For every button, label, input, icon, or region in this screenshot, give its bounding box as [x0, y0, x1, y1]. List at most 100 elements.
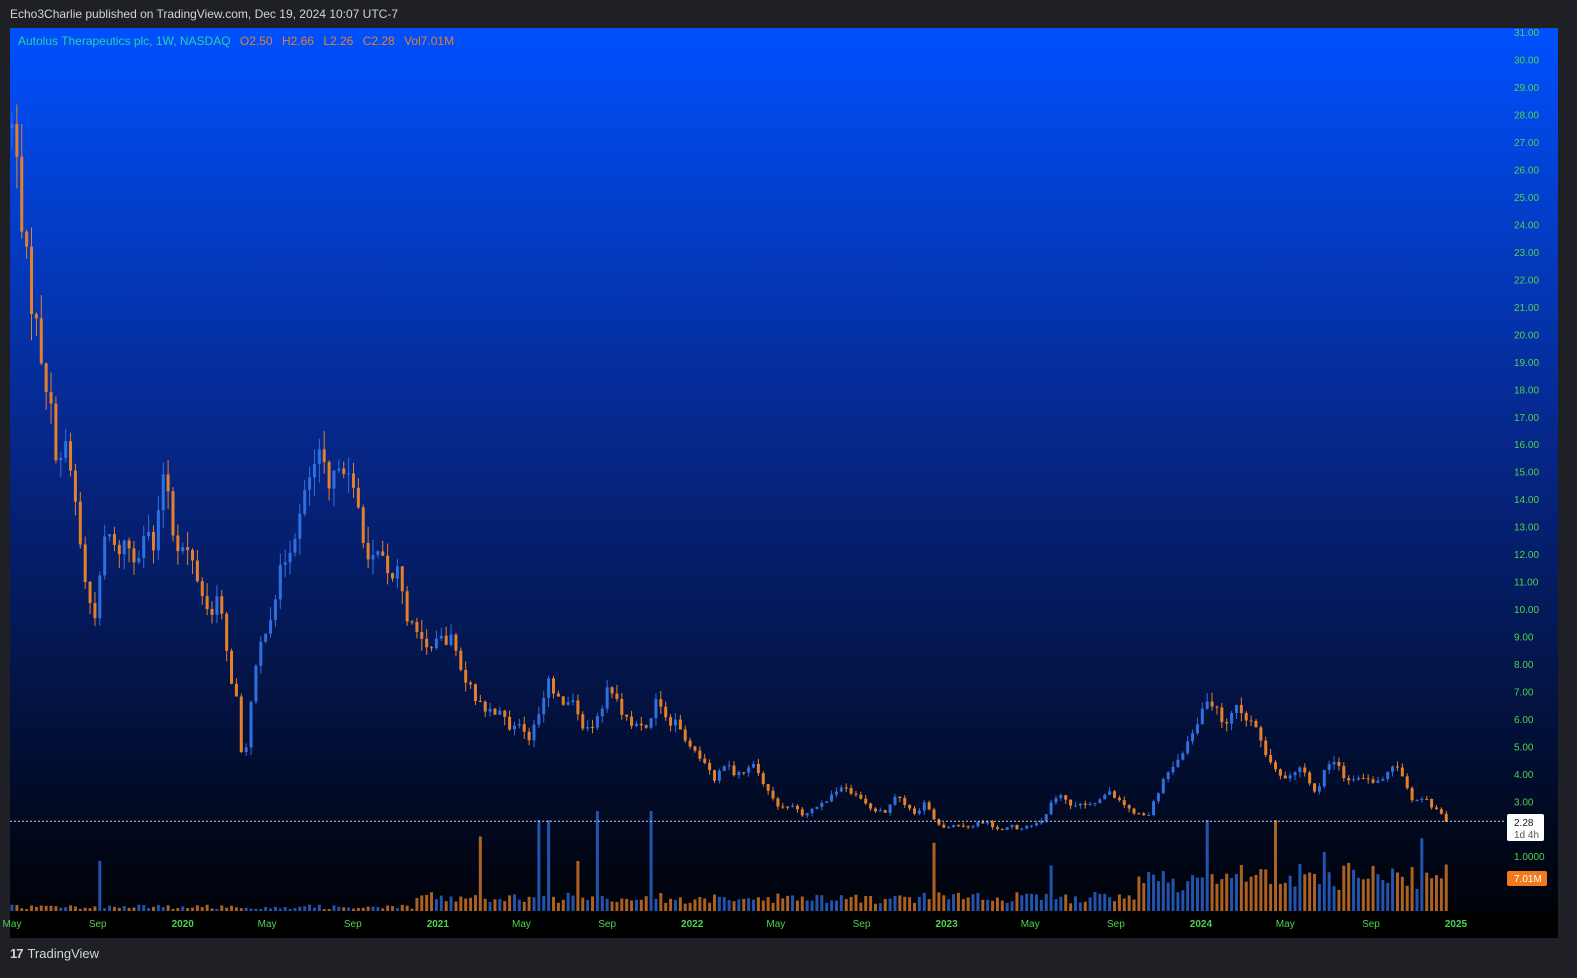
volume-bar [1298, 864, 1302, 911]
candle-body [995, 827, 999, 829]
volume-bar [98, 861, 102, 911]
candle-body [215, 596, 219, 615]
volume-bar [1347, 862, 1351, 911]
high-value: H2.66 [282, 34, 314, 48]
volume-bar [654, 898, 658, 911]
volume-bar [1230, 878, 1234, 911]
candle-body [800, 809, 804, 816]
candle-body [1439, 809, 1443, 814]
volume-bar [908, 897, 912, 911]
volume-bar [278, 908, 282, 911]
y-tick-label: 28.00 [1514, 110, 1539, 121]
candle-body [810, 808, 814, 814]
volume-bar [1171, 878, 1175, 911]
volume-bar [44, 905, 48, 911]
candle-body [1034, 823, 1038, 826]
volume-bar [649, 811, 653, 911]
volume-bar [151, 906, 155, 911]
y-tick-label: 7.00 [1514, 688, 1534, 699]
candle-body [878, 810, 882, 812]
candle-body [781, 806, 785, 808]
candle-body [1225, 722, 1229, 724]
candle-body [932, 809, 936, 820]
y-tick-label: 29.00 [1514, 83, 1539, 94]
volume-bar [49, 905, 53, 911]
volume-bar [1059, 896, 1063, 911]
volume-bar [1215, 883, 1219, 911]
candle-body [1000, 828, 1004, 830]
candle-body [522, 724, 526, 732]
volume-axis-label: 1.0000 [1514, 852, 1545, 863]
candle-body [761, 773, 765, 785]
volume-bar [1425, 872, 1429, 911]
volume-bar [610, 901, 614, 911]
candle-body [756, 763, 760, 774]
volume-bar [122, 906, 126, 911]
y-tick-label: 22.00 [1514, 275, 1539, 286]
volume-bar [1010, 901, 1014, 911]
candle-body [1059, 795, 1063, 799]
volume-bar [303, 906, 307, 911]
candle-body [1176, 759, 1180, 767]
candle-body [88, 581, 92, 604]
candle-body [1117, 797, 1121, 801]
candle-body [1132, 808, 1136, 814]
volume-bar [317, 904, 321, 911]
volume-bar [420, 895, 424, 911]
candle-body [244, 747, 248, 752]
candle-body [683, 729, 687, 741]
volume-bar [1342, 865, 1346, 911]
candle-body [420, 632, 424, 639]
volume-bar [1034, 894, 1038, 911]
volume-bar [215, 908, 219, 911]
candle-body [947, 827, 951, 829]
candle-body [791, 805, 795, 807]
price-chart[interactable]: 31.00 30.00 29.00 28.00 27.00 26.00 25.00 24.00… [0, 0, 1577, 978]
volume-bar [547, 820, 551, 911]
volume-bar [69, 905, 73, 911]
candle-body [1332, 761, 1336, 765]
volume-bar [888, 898, 892, 911]
candle-body [1244, 713, 1248, 721]
volume-bar [961, 899, 965, 911]
volume-bar [1283, 882, 1287, 911]
candle-body [303, 489, 307, 514]
candle-body [1278, 769, 1282, 776]
volume-bar [1137, 876, 1141, 911]
y-tick-label: 9.00 [1514, 633, 1534, 644]
candle-body [259, 641, 263, 666]
candle-body [664, 706, 668, 718]
open-value: O2.50 [240, 34, 273, 48]
candle-body [795, 805, 799, 810]
volume-bar [1088, 897, 1092, 911]
volume-bar [210, 908, 214, 911]
volume-bar [869, 896, 873, 911]
volume-bar [347, 907, 351, 911]
y-tick-label: 18.00 [1514, 385, 1539, 396]
y-tick-label: 20.00 [1514, 330, 1539, 341]
candle-body [137, 557, 141, 563]
y-tick-label: 17.00 [1514, 413, 1539, 424]
volume-bar [581, 897, 585, 911]
candle-body [73, 470, 77, 502]
volume-bar [922, 892, 926, 911]
price-tag-countdown: 1d 4h [1514, 830, 1539, 841]
candle-body [1444, 813, 1448, 822]
candle-body [644, 725, 648, 728]
candle-body [1195, 724, 1199, 734]
volume-bar [1410, 867, 1414, 911]
candle-body [1420, 798, 1424, 800]
candle-body [249, 701, 253, 748]
candle-body [1025, 825, 1029, 829]
tradingview-logo[interactable]: 17 TradingView [10, 946, 99, 961]
volume-bar [273, 906, 277, 911]
volume-bar [459, 896, 463, 911]
candle-body [625, 714, 629, 717]
volume-bar [464, 898, 468, 911]
candle-body [1064, 795, 1068, 800]
volume-bar [1317, 884, 1321, 911]
volume-bar [1020, 895, 1024, 911]
candle-body [591, 727, 595, 729]
volume-bar [249, 908, 253, 911]
volume-bar [1122, 898, 1126, 911]
